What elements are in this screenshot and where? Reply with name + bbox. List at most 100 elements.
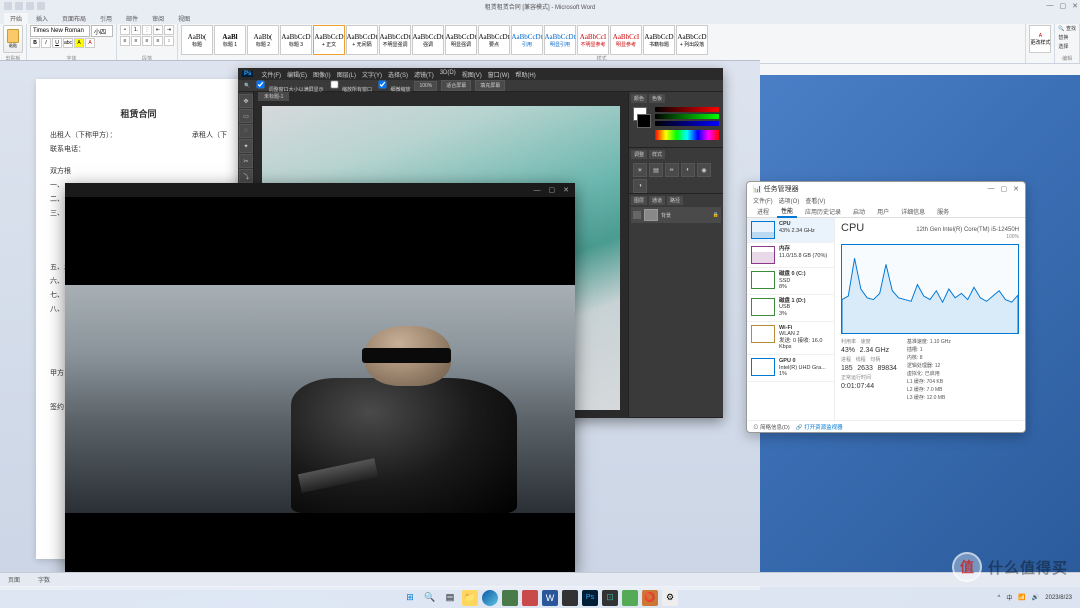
- panel-tab-paths[interactable]: 路径: [667, 196, 683, 205]
- adj-levels-icon[interactable]: ▤: [649, 163, 663, 177]
- tab-startup[interactable]: 启动: [849, 206, 869, 217]
- style-intense-ref[interactable]: AaBbCcI明显参考: [610, 25, 642, 55]
- style-no-spacing[interactable]: AaBbCcDt+ 无间隔: [346, 25, 378, 55]
- layer-row-bg[interactable]: 背景 🔒: [631, 207, 721, 223]
- app-icon-3[interactable]: [562, 590, 578, 606]
- tray-wifi-icon[interactable]: 📶: [1018, 594, 1025, 601]
- justify-button[interactable]: ≡: [153, 36, 163, 46]
- quick-access-toolbar[interactable]: [0, 2, 49, 10]
- style-list-para[interactable]: AaBbCcD+ 列出段落: [676, 25, 708, 55]
- panel-tab-channels[interactable]: 通道: [649, 196, 665, 205]
- tab-users[interactable]: 用户: [873, 206, 893, 217]
- style-h2[interactable]: AaBb(标题 2: [247, 25, 279, 55]
- video-titlebar[interactable]: — ▢ ✕: [65, 183, 575, 197]
- numbering-button[interactable]: 1.: [131, 25, 141, 35]
- style-gallery[interactable]: AaBb(标题 AaBl标题 1 AaBb(标题 2 AaBbCcD标题 3 A…: [181, 25, 1022, 55]
- g-slider[interactable]: [655, 114, 719, 119]
- minimize-icon[interactable]: —: [1047, 2, 1054, 10]
- style-intense-emph[interactable]: AaBbCcDt明显强调: [445, 25, 477, 55]
- r-slider[interactable]: [655, 107, 719, 112]
- adj-bw-icon[interactable]: ◑: [633, 179, 647, 193]
- adj-brightness-icon[interactable]: ☀: [633, 163, 647, 177]
- tab-review[interactable]: 审阅: [146, 13, 170, 24]
- color-picker[interactable]: [631, 105, 721, 145]
- style-strong[interactable]: AaBbCcDt要点: [478, 25, 510, 55]
- bold-button[interactable]: B: [30, 38, 40, 48]
- indent-dec-button[interactable]: ⇤: [153, 25, 163, 35]
- adj-exposure-icon[interactable]: ◐: [681, 163, 695, 177]
- eye-icon[interactable]: [633, 211, 641, 219]
- highlight-button[interactable]: A: [74, 38, 84, 48]
- tray-lang[interactable]: 中: [1006, 593, 1012, 602]
- select-button[interactable]: 选择: [1058, 43, 1068, 50]
- replace-button[interactable]: 替换: [1058, 34, 1068, 41]
- ps-menu-help[interactable]: 帮助(H): [515, 70, 535, 79]
- tab-view[interactable]: 视图: [172, 13, 196, 24]
- minimize-icon[interactable]: —: [988, 185, 995, 193]
- opt-fit[interactable]: 适合屏幕: [441, 80, 471, 91]
- tab-services[interactable]: 服务: [933, 206, 953, 217]
- tab-processes[interactable]: 进程: [753, 206, 773, 217]
- font-color-button[interactable]: A: [85, 38, 95, 48]
- underline-button[interactable]: U: [52, 38, 62, 48]
- panel-tab-color[interactable]: 颜色: [631, 94, 647, 103]
- fewer-details-button[interactable]: ⊙ 简略信息(D): [753, 423, 790, 431]
- tab-insert[interactable]: 插入: [30, 13, 54, 24]
- tm-titlebar[interactable]: 📊 任务管理器 — ▢ ✕: [747, 182, 1025, 196]
- b-slider[interactable]: [655, 121, 719, 126]
- sidebar-item-disk0[interactable]: 磁盘 0 (C:)SSD8%: [747, 268, 834, 295]
- explorer-icon[interactable]: 📁: [462, 590, 478, 606]
- panel-tab-swatches[interactable]: 色板: [649, 94, 665, 103]
- style-h3[interactable]: AaBbCcD标题 3: [280, 25, 312, 55]
- app-icon-7[interactable]: ⚙: [662, 590, 678, 606]
- tray-chevron-icon[interactable]: ^: [997, 595, 1000, 601]
- tray-volume-icon[interactable]: 🔊: [1032, 594, 1039, 601]
- ps-menu-filter[interactable]: 滤镜(T): [414, 70, 434, 79]
- line-spacing-button[interactable]: ↕: [164, 36, 174, 46]
- opt-fill[interactable]: 填充屏幕: [475, 80, 505, 91]
- background-swatch[interactable]: [637, 114, 651, 128]
- status-words[interactable]: 字数: [38, 575, 50, 584]
- close-icon[interactable]: ✕: [1072, 2, 1078, 10]
- style-quote[interactable]: AaBbCcDt引用: [511, 25, 543, 55]
- italic-button[interactable]: I: [41, 38, 51, 48]
- minimize-icon[interactable]: —: [534, 187, 541, 194]
- app-icon-1[interactable]: [502, 590, 518, 606]
- lasso-tool-icon[interactable]: ◌: [239, 124, 253, 138]
- opt-zoom-all[interactable]: 缩放所有窗口: [328, 78, 372, 93]
- search-icon[interactable]: 🔍: [422, 590, 438, 606]
- app-icon-2[interactable]: [522, 590, 538, 606]
- align-right-button[interactable]: ≡: [142, 36, 152, 46]
- maximize-icon[interactable]: ▢: [549, 186, 556, 194]
- eyedropper-tool-icon[interactable]: ⤵: [239, 169, 253, 183]
- style-subtle-emph[interactable]: AaBbCcDt不明显强调: [379, 25, 411, 55]
- align-left-button[interactable]: ≡: [120, 36, 130, 46]
- adj-curves-icon[interactable]: ⦵: [665, 163, 679, 177]
- maximize-icon[interactable]: ▢: [1060, 2, 1067, 10]
- word-taskbar-icon[interactable]: W: [542, 590, 558, 606]
- font-name-select[interactable]: Times New Roman: [30, 25, 90, 37]
- panel-tab-adjust[interactable]: 调整: [631, 150, 647, 159]
- tab-details[interactable]: 详细信息: [897, 206, 929, 217]
- wand-tool-icon[interactable]: ✦: [239, 139, 253, 153]
- task-view-icon[interactable]: ▤: [442, 590, 458, 606]
- style-normal[interactable]: AaBbCcD+ 正文: [313, 25, 345, 55]
- tab-layout[interactable]: 页面布局: [56, 13, 92, 24]
- indent-inc-button[interactable]: ⇥: [164, 25, 174, 35]
- tm-menu-view[interactable]: 查看(V): [805, 196, 825, 206]
- tab-home[interactable]: 开始: [4, 13, 28, 24]
- tab-references[interactable]: 引用: [94, 13, 118, 24]
- sidebar-item-wifi[interactable]: Wi-FiWLAN 2发送: 0 接收: 16.0 Kbps: [747, 322, 834, 355]
- color-spectrum[interactable]: [655, 130, 719, 140]
- style-subtle-ref[interactable]: AaBbCcI不明显参考: [577, 25, 609, 55]
- maximize-icon[interactable]: ▢: [1001, 185, 1008, 193]
- ps-menu-window[interactable]: 窗口(W): [488, 70, 510, 79]
- marquee-tool-icon[interactable]: ▭: [239, 109, 253, 123]
- multilevel-button[interactable]: ⋮: [142, 25, 152, 35]
- opt-resize[interactable]: 调整窗口大小以满屏显示: [254, 78, 323, 93]
- ps-menu-view[interactable]: 视图(V): [462, 70, 482, 79]
- sidebar-item-disk1[interactable]: 磁盘 1 (D:)USB3%: [747, 295, 834, 322]
- style-emph[interactable]: AaBbCcDt强调: [412, 25, 444, 55]
- opt-scrubby[interactable]: 细微缩放: [376, 78, 410, 93]
- resource-monitor-link[interactable]: 🔗 打开资源监视器: [796, 423, 843, 431]
